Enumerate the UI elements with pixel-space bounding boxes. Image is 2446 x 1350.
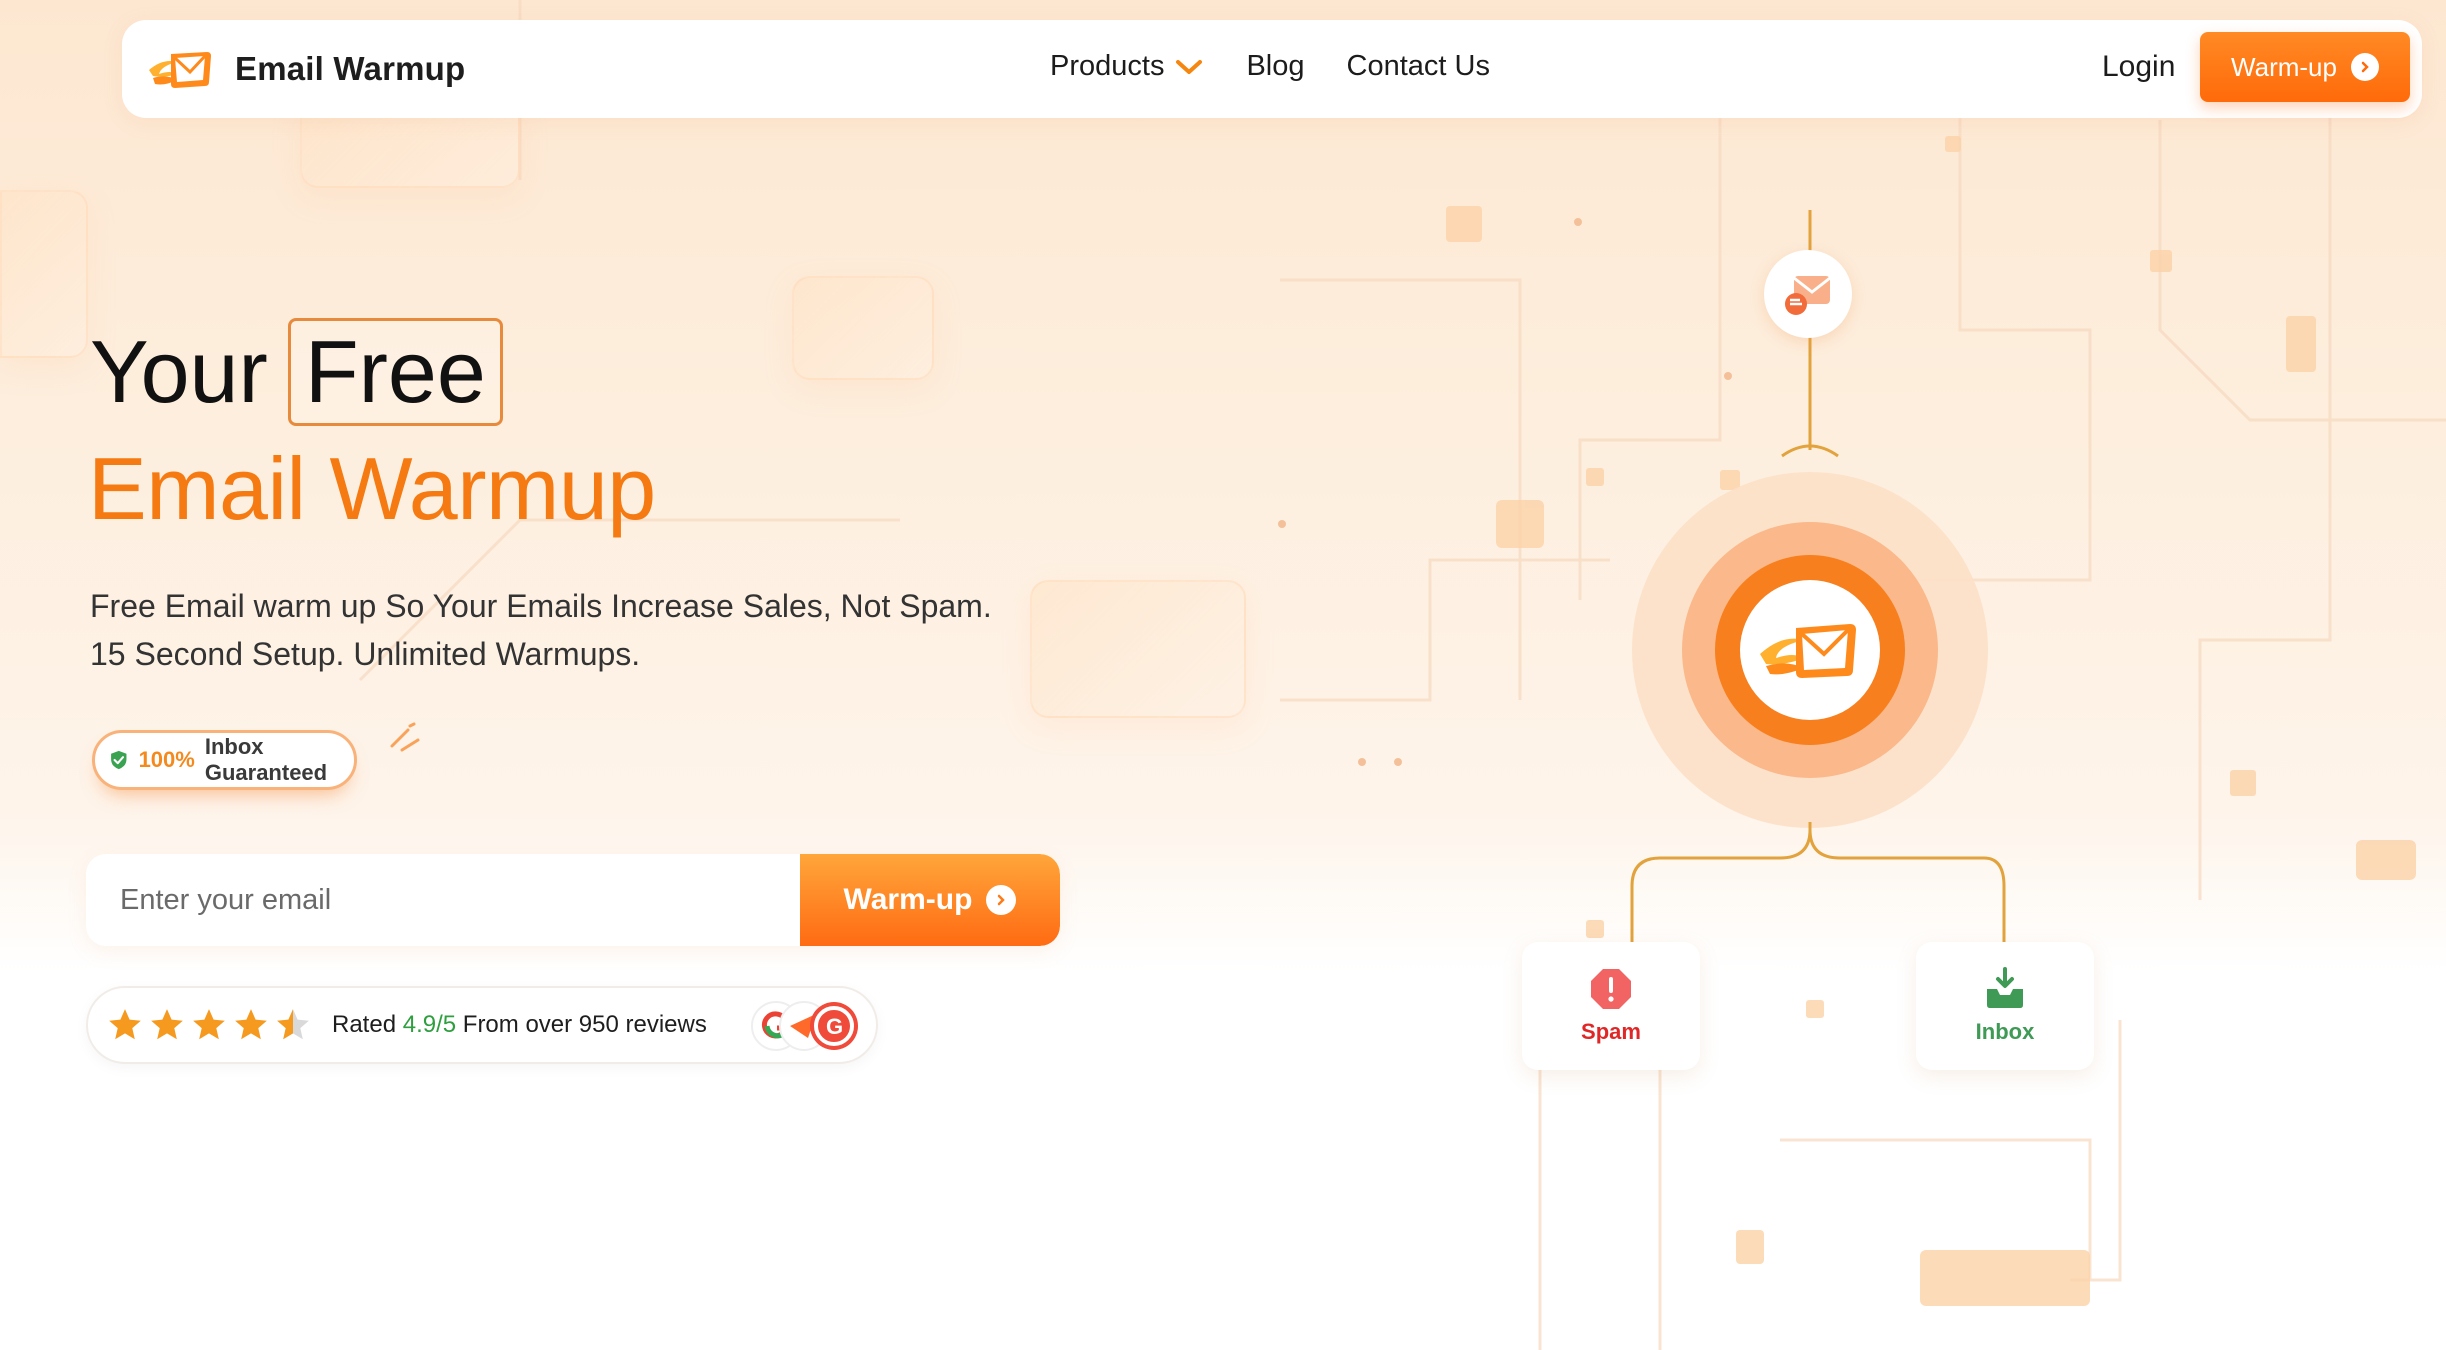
flaming-envelope-logo-icon [1760, 624, 1856, 678]
brand[interactable]: Email Warmup [147, 44, 465, 94]
spam-result-card: Spam [1522, 942, 1700, 1070]
spam-label: Spam [1581, 1019, 1641, 1044]
inbox-guaranteed-badge: 100% Inbox Guaranteed [92, 730, 357, 790]
email-sender-node [1764, 250, 1852, 338]
decorative-card [0, 190, 88, 358]
nav-links: Products Blog Contact Us [1050, 50, 1490, 83]
nav-warm-up-button[interactable]: Warm-up [2200, 32, 2410, 102]
arrow-right-icon [2350, 53, 2379, 81]
shield-check-icon [111, 750, 127, 770]
badge-percent: 100% [138, 747, 195, 772]
inbox-label: Inbox [1975, 1019, 2035, 1044]
nav-products[interactable]: Products [1050, 50, 1204, 83]
envelope-outgoing-icon [1785, 276, 1831, 315]
login-link[interactable]: Login [2102, 50, 2175, 84]
hero-title-line2: Email Warmup [88, 439, 656, 538]
nav-products-label: Products [1050, 50, 1165, 82]
hero-title-line1: Your Free [90, 318, 503, 426]
badge-text: Inbox Guaranteed [204, 734, 328, 785]
nav-warm-up-label: Warm-up [2231, 51, 2337, 82]
hero-subtitle: Free Email warm up So Your Emails Increa… [90, 582, 1070, 678]
sparkle-icon [390, 722, 420, 752]
nav-contact-us[interactable]: Contact Us [1347, 50, 1490, 83]
star-half-icon [277, 1009, 309, 1040]
top-navbar: Email Warmup Products Blog Contact Us Lo… [122, 20, 2422, 118]
rating-bar: Rated 4.9/5 From over 950 reviews G [86, 986, 878, 1064]
hero-subtitle-line2: 15 Second Setup. Unlimited Warmups. [90, 636, 641, 672]
star-icon [193, 1009, 225, 1040]
hero-title-highlight: Free [287, 318, 503, 426]
review-platform-logos-icon: G [751, 1001, 858, 1051]
arrow-right-icon [986, 885, 1017, 915]
star-icon [235, 1009, 267, 1040]
email-signup-form: Warm-up [86, 854, 1060, 946]
star-icon [151, 1009, 183, 1040]
warm-up-submit-label: Warm-up [843, 883, 973, 916]
chevron-down-icon [1176, 59, 1203, 74]
spam-alert-icon [1591, 969, 1631, 1009]
rating-suffix: From over 950 reviews [462, 1011, 707, 1038]
flaming-envelope-logo-icon [149, 52, 211, 88]
rating-prefix: Rated [332, 1011, 397, 1038]
rating-text: Rated 4.9/5 From over 950 reviews [332, 1011, 707, 1039]
nav-blog[interactable]: Blog [1246, 50, 1304, 83]
inbox-result-card: Inbox [1916, 942, 2094, 1070]
inbox-download-icon [1987, 967, 2023, 1008]
warmup-logo-hub [1756, 612, 1860, 692]
rating-score: 4.9/5 [402, 1011, 457, 1038]
brand-name: Email Warmup [235, 50, 466, 87]
hero-subtitle-line1: Free Email warm up So Your Emails Increa… [90, 588, 992, 624]
hero-title-word: Your [90, 322, 268, 421]
svg-text:G: G [826, 1014, 843, 1039]
email-input[interactable] [86, 854, 800, 946]
warm-up-submit-button[interactable]: Warm-up [800, 854, 1060, 946]
star-rating [106, 1006, 312, 1044]
star-icon [109, 1009, 141, 1040]
decorative-card [792, 276, 934, 380]
